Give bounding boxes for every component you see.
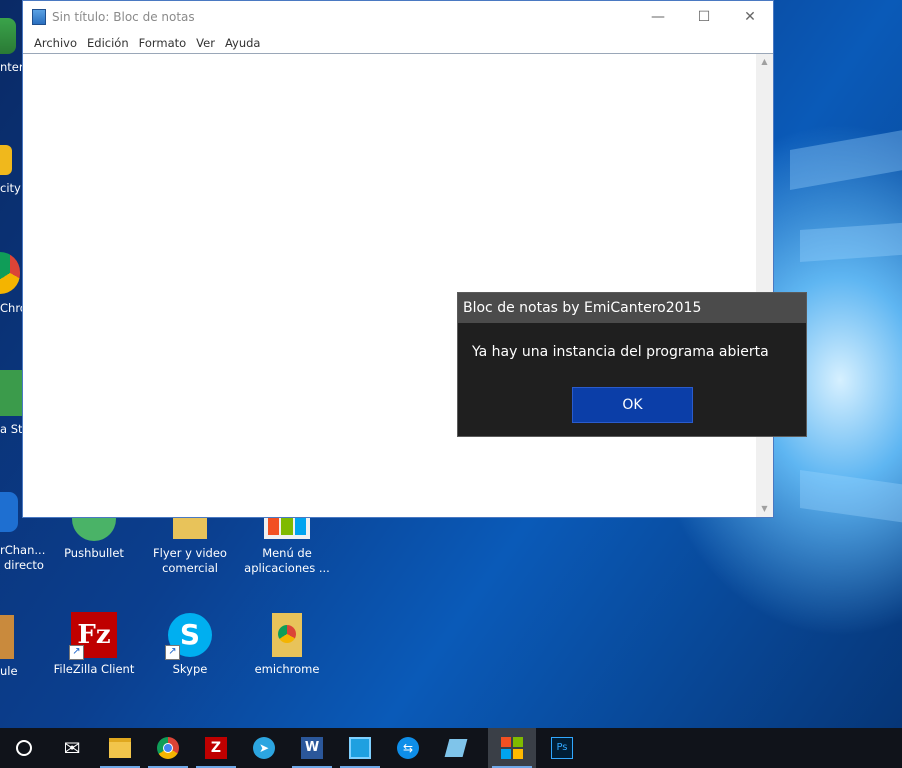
desktop-icon-label: Pushbullet [64,546,124,560]
taskbar-word[interactable]: W [288,728,336,768]
cortana-button[interactable] [0,728,48,768]
maximize-icon: ☐ [697,9,711,25]
desktop-icon-label: Skype [172,662,208,676]
message-dialog: Bloc de notas by EmiCantero2015 Ya hay u… [457,292,807,437]
partial-icon[interactable] [0,370,22,416]
scroll-up-icon[interactable]: ▲ [756,54,773,70]
partial-icon[interactable] [0,615,14,659]
shortcut-arrow-icon: ↗ [165,645,180,660]
dialog-message: Ya hay una instancia del programa abiert… [472,344,769,360]
desktop-icon-emichrome[interactable]: emichrome [242,612,332,677]
text-editor-area[interactable] [23,53,757,517]
taskbar-chrome[interactable] [144,728,192,768]
partial-label: ule [0,664,18,678]
taskbar-file-explorer[interactable] [96,728,144,768]
taskbar-teamviewer[interactable]: ⇆ [384,728,432,768]
desktop-icon-label: Menú de aplicaciones ... [244,546,330,575]
notepad-window: Sin título: Bloc de notas — ☐ ✕ Archivo … [22,0,774,518]
skype-icon: S ↗ [165,612,213,660]
shortcut-arrow-icon: ↗ [69,645,84,660]
app-icon [349,737,371,759]
window-controls: — ☐ ✕ [635,1,773,33]
folder-icon [264,612,310,658]
partial-icon[interactable] [0,492,18,532]
taskbar-notepad[interactable] [488,728,536,768]
dialog-title[interactable]: Bloc de notas by EmiCantero2015 [458,293,806,323]
filezilla-icon: Z [205,737,227,759]
partial-icon[interactable] [0,145,12,175]
telegram-icon: ➤ [253,737,275,759]
taskbar-filezilla[interactable]: Z [192,728,240,768]
desktop-icon-label: Flyer y video comercial [153,546,227,575]
wallpaper-beam [790,125,902,190]
notepad-app-icon [32,9,46,25]
notepad-titlebar[interactable]: Sin título: Bloc de notas — ☐ ✕ [23,1,773,33]
file-explorer-icon [109,738,131,758]
taskbar-photoshop[interactable]: Ps [538,728,586,768]
maximize-button[interactable]: ☐ [681,1,727,33]
desktop-icon-filezilla[interactable]: Fz ↗ FileZilla Client [49,612,139,677]
mail-icon: ✉ [63,736,81,760]
notepad-app-icon [501,737,523,759]
taskbar-telegram[interactable]: ➤ [240,728,288,768]
partial-label: city [0,181,21,195]
menu-formato[interactable]: Formato [134,36,192,50]
minimize-icon: — [651,9,665,25]
close-icon: ✕ [744,9,756,25]
taskbar-app[interactable] [336,728,384,768]
desktop-icon-label: FileZilla Client [53,662,135,676]
wallpaper-beam [800,470,902,525]
app-icon-2 [444,739,468,757]
menu-archivo[interactable]: Archivo [29,36,82,50]
taskbar-mail[interactable]: ✉ [48,728,96,768]
close-button[interactable]: ✕ [727,1,773,33]
taskbar-app-2[interactable] [432,728,480,768]
window-title: Sin título: Bloc de notas [52,10,195,24]
partial-label: directo [4,558,44,572]
menu-edicion[interactable]: Edición [82,36,134,50]
wallpaper-beam [800,221,902,262]
menu-bar: Archivo Edición Formato Ver Ayuda [23,33,773,53]
cortana-icon [16,740,32,756]
chrome-icon [157,737,179,759]
desktop-icon-label: emichrome [254,662,320,676]
word-icon: W [301,737,323,759]
desktop-icon-skype[interactable]: S ↗ Skype [145,612,235,677]
partial-icon[interactable] [0,18,16,54]
photoshop-icon: Ps [551,737,573,759]
scroll-down-icon[interactable]: ▼ [756,501,773,517]
teamviewer-icon: ⇆ [397,737,419,759]
partial-label: nter [0,60,24,74]
partial-label: rChan... [0,543,46,557]
partial-icon[interactable] [0,252,20,294]
menu-ver[interactable]: Ver [191,36,220,50]
vertical-scrollbar[interactable]: ▲ ▼ [756,53,773,517]
ok-button[interactable]: OK [572,387,693,423]
filezilla-icon: Fz ↗ [69,612,117,660]
menu-ayuda[interactable]: Ayuda [220,36,266,50]
taskbar: ✉ Z ➤ W ⇆ Ps [0,728,902,768]
minimize-button[interactable]: — [635,1,681,33]
